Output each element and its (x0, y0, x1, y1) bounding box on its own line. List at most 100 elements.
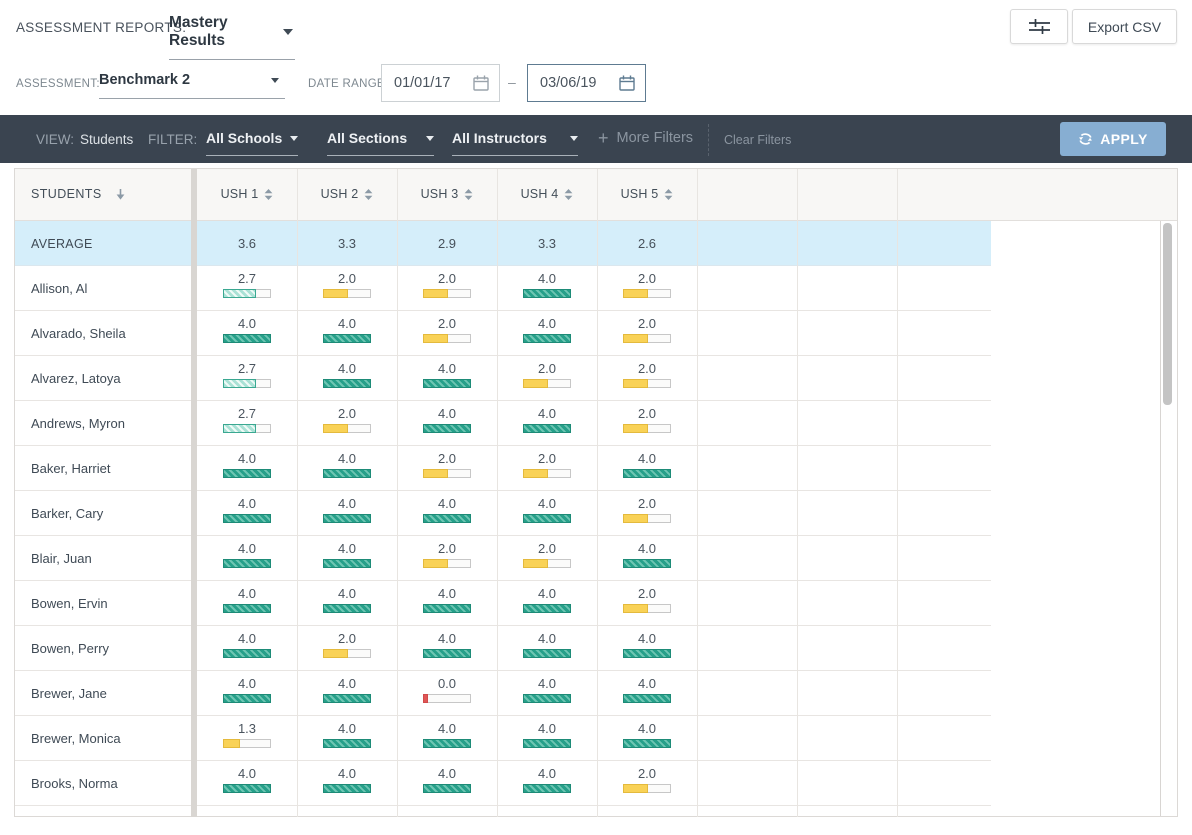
schools-filter-dropdown[interactable]: All Schools (206, 130, 298, 156)
score-value: 4.0 (397, 721, 497, 736)
score-value: 2.0 (497, 451, 597, 466)
date-end-input[interactable]: 03/06/19 (527, 64, 646, 102)
caret-down-icon (290, 136, 298, 141)
col-header-label: USH 4 (521, 187, 559, 201)
scrollbar-thumb[interactable] (1163, 223, 1172, 405)
score-cell: 4.0 (597, 451, 697, 478)
students-column-header[interactable]: STUDENTS (31, 187, 126, 201)
score-bar (523, 649, 571, 658)
average-value: 3.3 (297, 236, 397, 251)
student-name[interactable]: Brooks, Norma (31, 776, 118, 791)
score-cell: 2.0 (597, 586, 697, 613)
clear-filters-button[interactable]: Clear Filters (724, 133, 791, 147)
student-name[interactable]: Barker, Cary (31, 506, 103, 521)
sort-arrows-icon (564, 189, 573, 200)
score-bar (523, 739, 571, 748)
score-bar (423, 424, 471, 433)
date-start-input[interactable]: 01/01/17 (381, 64, 500, 102)
col-header-ush-2[interactable]: USH 2 (297, 187, 397, 201)
sort-arrows-icon (364, 189, 373, 200)
caret-down-icon (271, 78, 279, 83)
score-value: 4.0 (197, 766, 297, 781)
reports-dropdown-value: Mastery Results (169, 14, 283, 50)
score-cell: 4.0 (197, 676, 297, 703)
col-header-ush-5[interactable]: USH 5 (597, 187, 697, 201)
student-row: Barker, Cary4.04.04.04.02.0 (15, 491, 991, 536)
score-value: 4.0 (497, 586, 597, 601)
score-cell: 2.7 (197, 361, 297, 388)
score-cell: 2.0 (397, 451, 497, 478)
sections-filter-dropdown[interactable]: All Sections (327, 130, 434, 156)
score-cell: 4.0 (597, 631, 697, 658)
student-name[interactable]: Blair, Juan (31, 551, 92, 566)
sections-filter-value: All Sections (327, 130, 407, 146)
student-row: Alvarado, Sheila4.04.02.04.02.0 (15, 311, 991, 356)
student-name[interactable]: Alvarado, Sheila (31, 326, 126, 341)
view-label: VIEW: (36, 132, 74, 147)
date-range-label: DATE RANGE (308, 78, 385, 90)
score-cell: 4.0 (297, 316, 397, 343)
student-row: Brewer, Jane4.04.00.04.04.0 (15, 671, 991, 716)
score-cell: 2.0 (497, 361, 597, 388)
assessment-dropdown[interactable]: Benchmark 2 (99, 72, 285, 99)
settings-button[interactable] (1010, 9, 1068, 44)
score-cell: 4.0 (297, 586, 397, 613)
student-name[interactable]: Brewer, Monica (31, 731, 121, 746)
score-value: 4.0 (297, 496, 397, 511)
assessment-dropdown-value: Benchmark 2 (99, 72, 190, 88)
table-header-row: STUDENTS USH 1 USH 2USH 3 USH 4 USH 5 (15, 169, 1177, 221)
score-cell: 4.0 (197, 766, 297, 793)
average-row: AVERAGE 3.63.32.93.32.6 (15, 221, 991, 266)
score-value: 2.0 (397, 541, 497, 556)
score-bar (323, 379, 371, 388)
score-value: 4.0 (297, 541, 397, 556)
student-name[interactable]: Brewer, Jane (31, 686, 107, 701)
score-value: 4.0 (297, 676, 397, 691)
col-header-label: USH 5 (621, 187, 659, 201)
score-bar (623, 649, 671, 658)
col-header-label: USH 1 (221, 187, 259, 201)
student-name[interactable]: Baker, Harriet (31, 461, 110, 476)
student-name[interactable]: Bowen, Perry (31, 641, 109, 656)
col-header-ush-3[interactable]: USH 3 (397, 187, 497, 201)
student-name[interactable]: Alvarez, Latoya (31, 371, 121, 386)
score-value: 2.0 (597, 496, 697, 511)
caret-down-icon (570, 136, 578, 141)
score-bar (223, 604, 271, 613)
score-bar (523, 424, 571, 433)
score-value: 2.0 (597, 271, 697, 286)
student-row: Andrews, Myron2.72.04.04.02.0 (15, 401, 991, 446)
score-bar (323, 604, 371, 613)
scrollbar-track (1160, 221, 1161, 816)
score-bar (323, 784, 371, 793)
score-value: 4.0 (497, 766, 597, 781)
apply-button[interactable]: APPLY (1060, 122, 1166, 156)
score-bar (223, 334, 271, 343)
score-value: 2.7 (197, 271, 297, 286)
sort-arrows-icon (264, 189, 273, 200)
student-name[interactable]: Andrews, Myron (31, 416, 125, 431)
more-filters-button[interactable]: + More Filters (598, 130, 693, 146)
score-value: 4.0 (597, 631, 697, 646)
score-cell: 4.0 (497, 676, 597, 703)
score-cell: 4.0 (397, 631, 497, 658)
col-header-ush-4[interactable]: USH 4 (497, 187, 597, 201)
export-csv-button[interactable]: Export CSV (1072, 9, 1177, 44)
score-bar (223, 649, 271, 658)
instructors-filter-value: All Instructors (452, 130, 547, 146)
calendar-icon (473, 75, 489, 91)
col-header-ush-1[interactable]: USH 1 (197, 187, 297, 201)
score-bar (223, 289, 271, 298)
instructors-filter-dropdown[interactable]: All Instructors (452, 130, 578, 156)
score-cell: 4.0 (497, 586, 597, 613)
score-value: 2.0 (397, 316, 497, 331)
score-value: 4.0 (197, 496, 297, 511)
score-bar (223, 739, 271, 748)
student-name[interactable]: Bowen, Ervin (31, 596, 108, 611)
score-bar (223, 424, 271, 433)
reports-dropdown[interactable]: Mastery Results (169, 14, 295, 60)
toolbar-divider (708, 124, 709, 156)
student-name[interactable]: Allison, Al (31, 281, 87, 296)
student-row: Allison, Al2.72.02.04.02.0 (15, 266, 991, 311)
score-value: 4.0 (497, 676, 597, 691)
